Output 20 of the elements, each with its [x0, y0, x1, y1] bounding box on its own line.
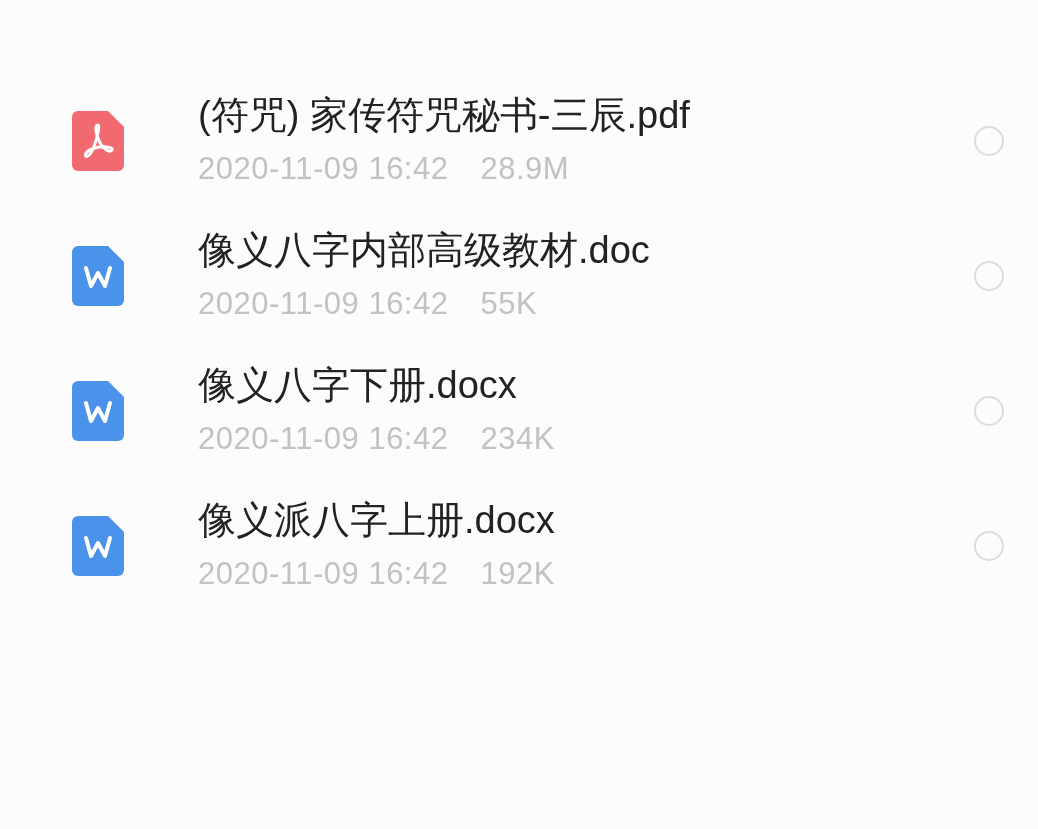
- select-radio[interactable]: [974, 260, 1004, 291]
- word-file-icon: [72, 515, 124, 576]
- pdf-file-icon: [72, 110, 124, 171]
- file-name: 像义八字内部高级教材.doc: [198, 228, 651, 273]
- word-file-icon: [72, 245, 124, 306]
- file-date: 2020-11-09 16:42: [198, 421, 449, 458]
- file-date: 2020-11-09 16:42: [198, 151, 449, 188]
- file-size: 234K: [480, 421, 555, 458]
- file-size: 192K: [480, 556, 555, 593]
- file-name: (符咒) 家传符咒秘书-三辰.pdf: [198, 93, 691, 138]
- select-radio[interactable]: [974, 395, 1004, 426]
- file-date: 2020-11-09 16:42: [198, 556, 449, 593]
- file-date: 2020-11-09 16:42: [198, 286, 449, 323]
- file-name: 像义派八字上册.docx: [198, 498, 556, 543]
- file-size: 28.9M: [480, 151, 570, 188]
- select-radio[interactable]: [974, 530, 1004, 561]
- select-radio[interactable]: [974, 125, 1004, 156]
- word-file-icon: [72, 380, 124, 441]
- file-name: 像义八字下册.docx: [198, 363, 518, 408]
- file-size: 55K: [480, 286, 538, 323]
